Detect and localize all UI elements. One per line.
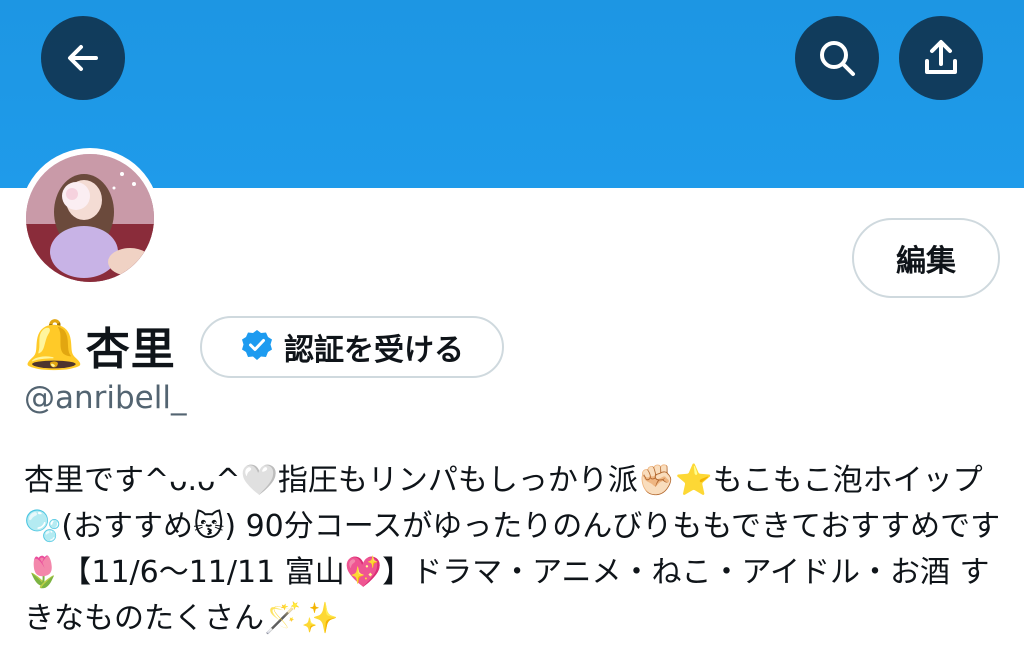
edit-profile-label: 編集 — [896, 244, 956, 279]
bell-icon: 🔔 — [24, 317, 84, 373]
profile-bio: 杏里です^ᴗ.ᴗ^🤍指圧もリンパもしっかり派✊🏻⭐️もこもこ泡ホイップ🫧(おすす… — [24, 463, 1001, 636]
get-verified-label: 認証を受ける — [284, 333, 464, 368]
avatar-frame[interactable] — [20, 148, 160, 288]
back-button[interactable] — [41, 16, 125, 100]
share-icon — [920, 37, 962, 79]
arrow-left-icon — [63, 38, 103, 78]
share-button[interactable] — [899, 16, 983, 100]
verified-badge-icon — [240, 328, 274, 366]
edit-profile-button[interactable]: 編集 — [852, 218, 1000, 298]
search-button[interactable] — [795, 16, 879, 100]
display-name: 杏里 — [85, 324, 176, 375]
display-name-row: 🔔 杏里 — [24, 312, 176, 378]
search-icon — [816, 37, 858, 79]
get-verified-button[interactable]: 認証を受ける — [200, 316, 504, 378]
avatar[interactable] — [26, 154, 154, 282]
profile-banner[interactable] — [0, 0, 1024, 188]
profile-handle: @anribell_ — [24, 380, 187, 416]
